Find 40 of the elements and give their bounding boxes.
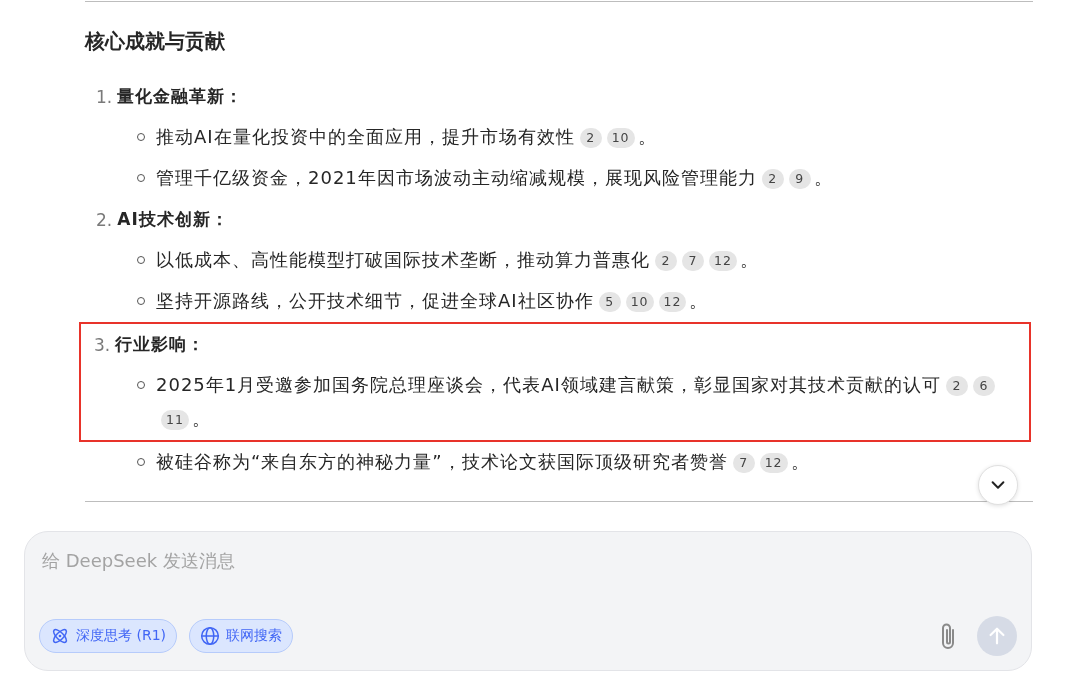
toggle-button[interactable]: 深度思考 (R1) (39, 619, 177, 653)
citation-badge[interactable]: 2 (945, 376, 968, 396)
list-number: 2. (96, 209, 113, 230)
list-item-text: 管理千亿级资金，2021年因市场波动主动缩减规模，展现风险管理能力 (156, 167, 757, 188)
citation-badge[interactable]: 2 (579, 128, 602, 148)
citation-badge[interactable]: 11 (161, 410, 189, 430)
list-item-text: 以低成本、高性能模型打破国际技术垄断，推动算力普惠化 (156, 249, 650, 270)
scroll-down-button[interactable] (978, 465, 1018, 505)
punctuation-text: 。 (637, 126, 657, 147)
list-item-title: 量化金融革新： (117, 85, 244, 108)
message-input[interactable]: 给 DeepSeek 发送消息 (39, 546, 545, 575)
toggle-button[interactable]: 联网搜索 (189, 619, 293, 653)
citation-badge[interactable]: 12 (658, 292, 687, 312)
list-item-title: 行业影响： (115, 333, 206, 356)
citation-badge[interactable]: 5 (598, 292, 621, 312)
globe-icon (200, 626, 220, 646)
list-item-text: 坚持开源路线，公开技术细节，促进全球AI社区协作 (156, 290, 594, 311)
list-number: 1. (96, 86, 113, 107)
punctuation-text: 。 (689, 290, 709, 311)
punctuation-text: 。 (191, 408, 211, 429)
list-item-text: 被硅谷称为“来自东方的神秘力量”，技术论文获国际顶级研究者赞誉 (156, 451, 728, 472)
citation-badge[interactable]: 7 (682, 251, 704, 271)
citation-badge[interactable]: 10 (606, 128, 635, 148)
punctuation-text: 。 (790, 451, 810, 472)
citation-badge[interactable]: 6 (972, 376, 995, 396)
list-item-text: 2025年1月受邀参加国务院总理座谈会，代表AI领域建言献策，彰显国家对其技术贡献的认可 (156, 374, 941, 395)
citation-badge[interactable]: 12 (759, 453, 788, 473)
punctuation-text: 。 (813, 167, 833, 188)
citation-badge[interactable]: 10 (625, 292, 654, 312)
punctuation-text: 。 (739, 249, 759, 270)
citation-badge[interactable]: 2 (761, 169, 784, 189)
atom-icon (50, 626, 70, 646)
section-heading: 核心成就与贡献 (85, 28, 226, 55)
citation-badge[interactable]: 7 (732, 453, 755, 473)
citation-badge[interactable]: 12 (709, 251, 737, 271)
citation-badge[interactable]: 2 (655, 251, 677, 271)
list-number: 3. (94, 334, 111, 355)
citation-badge[interactable]: 9 (788, 169, 811, 189)
list-item-title: AI技术创新： (117, 208, 229, 231)
list-item-text: 推动AI在量化投资中的全面应用，提升市场有效性 (156, 126, 575, 147)
